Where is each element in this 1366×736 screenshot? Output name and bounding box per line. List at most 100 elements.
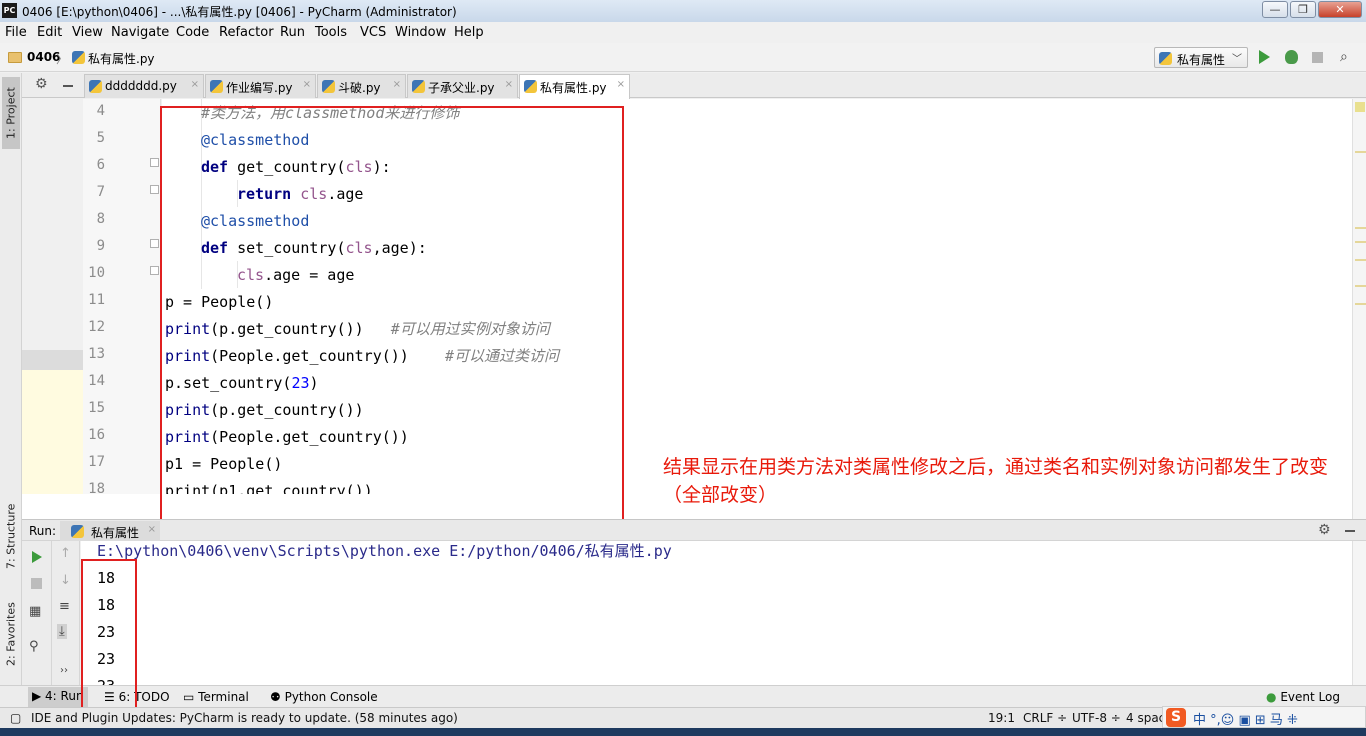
line-separator[interactable]: CRLF ÷ xyxy=(1023,711,1067,725)
arrow-up-icon[interactable]: ↑ xyxy=(60,546,71,561)
line-number: 9 xyxy=(96,238,105,254)
stop-icon[interactable] xyxy=(31,578,42,589)
caret-position[interactable]: 19:1 xyxy=(988,711,1015,725)
indent-setting[interactable]: 4 spac xyxy=(1126,711,1165,725)
arrow-down-icon[interactable]: ↓ xyxy=(60,573,71,588)
close-icon[interactable]: × xyxy=(617,79,625,90)
input-method-status: 中 °,☺ ▣ ⊞ 马 ⁜ xyxy=(1193,713,1298,728)
line-number: 16 xyxy=(88,427,105,443)
tab-doupo[interactable]: 斗破.py × xyxy=(317,74,406,98)
gear-icon[interactable]: ⚙ xyxy=(1318,522,1331,538)
tab-label: 私有属性.py xyxy=(540,81,607,95)
tool-window-python-console[interactable]: ⚉ Python Console xyxy=(270,690,378,704)
os-taskbar xyxy=(0,728,1366,736)
pin-icon[interactable]: ⚲ xyxy=(29,639,39,654)
menu-code[interactable]: Code xyxy=(176,25,209,40)
line-number: 15 xyxy=(88,400,105,416)
event-log-icon: ● xyxy=(1266,690,1277,704)
hide-panel-icon[interactable] xyxy=(1345,530,1355,532)
menu-edit[interactable]: Edit xyxy=(37,25,62,40)
fold-marker-icon[interactable] xyxy=(150,158,159,167)
menu-navigate[interactable]: Navigate xyxy=(111,25,169,40)
run-tab[interactable]: 私有属性 × xyxy=(60,521,160,541)
layout-icon[interactable]: ▦ xyxy=(29,604,41,619)
menu-vcs[interactable]: VCS xyxy=(360,25,386,40)
tab-label: 子承父业.py xyxy=(428,81,495,95)
folder-icon xyxy=(8,52,22,63)
breadcrumb-separator: 〉 xyxy=(56,52,69,66)
run-icon[interactable] xyxy=(1259,50,1270,64)
run-console-output[interactable]: E:\python\0406\venv\Scripts\python.exe E… xyxy=(81,541,1352,685)
editor-tab-bar: ⚙ ddddddd.py × 作业编写.py × 斗破.py × 子承父业.py… xyxy=(22,73,1366,99)
close-icon[interactable]: × xyxy=(393,79,401,90)
search-icon[interactable]: ⌕ xyxy=(1340,49,1348,65)
tool-window-terminal[interactable]: ▭ Terminal xyxy=(183,690,249,704)
run-configuration-select[interactable]: 私有属性 ﹀ xyxy=(1154,47,1248,68)
fold-marker-icon[interactable] xyxy=(150,239,159,248)
python-file-icon xyxy=(89,80,102,93)
menu-help[interactable]: Help xyxy=(454,25,484,40)
tab-zuoye[interactable]: 作业编写.py × xyxy=(205,74,316,98)
run-configuration-label: 私有属性 xyxy=(1177,53,1226,67)
status-message[interactable]: IDE and Plugin Updates: PyCharm is ready… xyxy=(31,711,458,725)
tool-window-run[interactable]: ▶ 4: Run xyxy=(28,687,88,707)
menu-window[interactable]: Window xyxy=(395,25,446,40)
close-icon[interactable]: × xyxy=(303,79,311,90)
tab-label: ddddddd.py xyxy=(105,79,177,93)
menu-tools[interactable]: Tools xyxy=(315,25,347,40)
annotation-text: 结果显示在用类方法对类属性修改之后，通过类名和实例对象访问都发生了改变（全部改变… xyxy=(663,456,1329,506)
highlight-box-code xyxy=(160,106,624,525)
console-command: E:\python\0406\venv\Scripts\python.exe E… xyxy=(97,542,672,560)
line-number: 5 xyxy=(96,130,105,146)
python-file-icon xyxy=(72,51,85,64)
line-number: 8 xyxy=(96,211,105,227)
tab-label: 作业编写.py xyxy=(226,81,293,95)
gear-icon[interactable]: ⚙ xyxy=(35,76,48,92)
close-button[interactable]: ✕ xyxy=(1318,1,1362,18)
python-file-icon xyxy=(322,80,335,93)
line-number: 13 xyxy=(88,346,105,362)
python-file-icon xyxy=(210,80,223,93)
console-scrollbar[interactable] xyxy=(1352,541,1366,685)
tab-siyoushuxing[interactable]: 私有属性.py × xyxy=(519,74,630,99)
rerun-icon[interactable] xyxy=(32,551,42,563)
status-layout-icon[interactable]: ▢ xyxy=(10,711,21,725)
menu-bar: File Edit View Navigate Code Refactor Ru… xyxy=(0,22,1366,43)
more-icon[interactable]: ›› xyxy=(60,665,68,676)
tab-ddddddd[interactable]: ddddddd.py × xyxy=(84,74,204,98)
breadcrumb-file[interactable]: 私有属性.py xyxy=(88,50,155,67)
python-file-icon xyxy=(1159,52,1172,65)
run-panel-label: Run: xyxy=(29,524,57,538)
run-panel-header: Run: 私有属性 × ⚙ xyxy=(22,519,1366,541)
chevron-down-icon: ﹀ xyxy=(1232,54,1242,65)
soft-wrap-icon[interactable]: ≡ xyxy=(59,599,70,614)
close-icon[interactable]: × xyxy=(191,79,199,90)
editor-side-area xyxy=(22,99,83,519)
line-number: 14 xyxy=(88,373,105,389)
close-icon[interactable]: × xyxy=(148,524,156,535)
tool-window-structure[interactable]: 7: Structure xyxy=(2,493,20,579)
debug-icon[interactable] xyxy=(1285,50,1298,64)
minimize-button[interactable]: — xyxy=(1262,1,1288,18)
file-encoding[interactable]: UTF-8 ÷ xyxy=(1072,711,1121,725)
run-tab-label: 私有属性 xyxy=(91,526,140,540)
close-icon[interactable]: × xyxy=(505,79,513,90)
menu-refactor[interactable]: Refactor xyxy=(219,25,274,40)
scroll-to-end-icon[interactable]: ⤓ xyxy=(57,624,67,639)
fold-marker-icon[interactable] xyxy=(150,185,159,194)
tool-window-project[interactable]: 1: Project xyxy=(2,77,20,149)
stop-icon[interactable] xyxy=(1312,52,1323,63)
input-method-toolbar[interactable]: S 中 °,☺ ▣ ⊞ 马 ⁜ xyxy=(1162,706,1366,728)
highlight-box-output xyxy=(81,559,137,716)
tab-zichengfuye[interactable]: 子承父业.py × xyxy=(407,74,518,98)
menu-run[interactable]: Run xyxy=(280,25,305,40)
sogou-logo-icon: S xyxy=(1166,708,1186,727)
line-number: 18 xyxy=(88,481,105,494)
event-log-button[interactable]: ● Event Log xyxy=(1266,690,1340,704)
fold-marker-icon[interactable] xyxy=(150,266,159,275)
tool-window-favorites[interactable]: 2: Favorites xyxy=(2,591,20,677)
menu-file[interactable]: File xyxy=(5,25,27,40)
menu-view[interactable]: View xyxy=(72,25,103,40)
maximize-button[interactable]: ❐ xyxy=(1290,1,1316,18)
hide-panel-icon[interactable] xyxy=(63,85,73,87)
